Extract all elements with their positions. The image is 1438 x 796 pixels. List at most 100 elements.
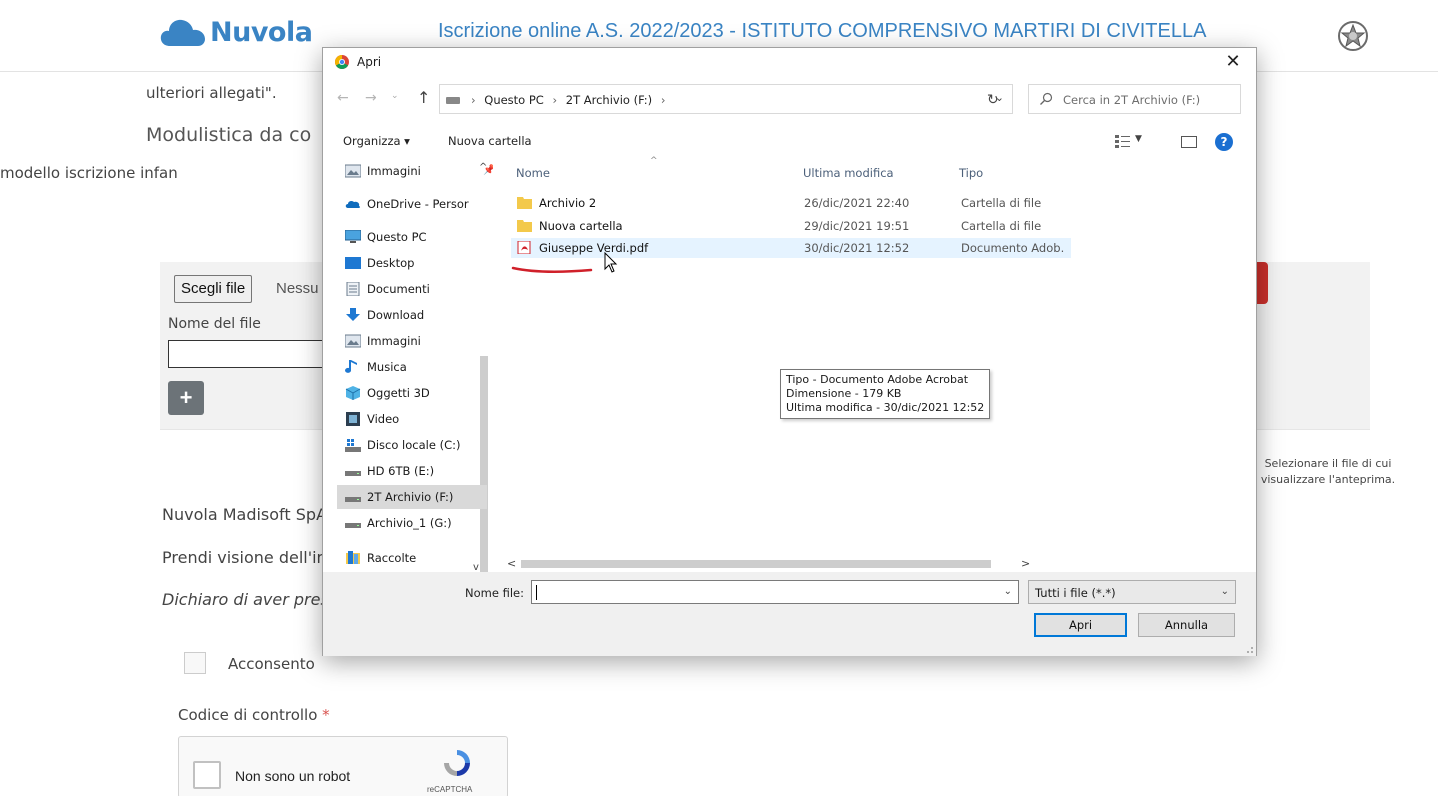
tooltip-type: Tipo - Documento Adobe Acrobat [786,373,969,386]
nav-item-download[interactable]: Download [345,303,490,327]
music-icon [345,360,357,373]
file-list: ^ Nome Ultima modifica Tipo Archivio 2 2… [493,156,1395,572]
file-row-nuova-cartella[interactable]: Nuova cartella 29/dic/2021 19:51 Cartell… [511,216,1071,236]
help-icon[interactable]: ? [1215,133,1233,151]
view-options-icon[interactable] [1115,134,1131,148]
modello-link[interactable]: modello iscrizione infan [0,164,178,182]
dialog-footer: Nome file: ⌄ Tutti i file (*.*) ⌄ Apri A… [323,572,1256,656]
file-modified: 30/dic/2021 12:52 [804,241,910,255]
nav-item-label: Disco locale (C:) [367,438,461,452]
add-attachment-button[interactable]: + [168,381,204,415]
back-arrow-icon[interactable]: ← [337,90,349,106]
documents-icon [346,282,360,296]
nav-item-raccolte[interactable]: Raccolte [345,546,490,570]
file-name-input[interactable] [168,340,328,368]
horizontal-scrollbar[interactable]: < > [493,556,1043,572]
file-type-filter[interactable]: Tutti i file (*.*) ⌄ [1028,580,1236,604]
nav-item-label: Oggetti 3D [367,386,430,400]
nav-item-label: Desktop [367,256,415,270]
captcha-label-text: Codice di controllo [178,706,318,724]
file-name: Giuseppe Verdi.pdf [539,241,649,255]
column-modified[interactable]: Ultima modifica [803,166,894,180]
breadcrumb-separator: › [471,93,476,107]
nav-item-questo-pc[interactable]: Questo PC [345,225,490,249]
pin-icon: 📌 [483,165,493,176]
folder-icon [517,197,532,209]
address-bar[interactable]: › Questo PC › 2T Archivio (F:) › ⌄ [439,84,1013,114]
text-caret [536,585,537,600]
dialog-titlebar[interactable]: Apri ✕ [323,48,1256,76]
drive-icon [345,471,361,476]
refresh-icon[interactable]: ↻ [987,92,999,108]
nav-item-desktop[interactable]: Desktop [345,251,490,275]
view-dropdown-icon[interactable]: ▼ [1135,134,1142,144]
file-name-label: Nome file: [465,586,524,600]
nav-item-disco-locale[interactable]: Disco locale (C:) [345,433,490,457]
folder-icon [517,220,532,232]
recaptcha-checkbox[interactable] [193,761,221,789]
desktop-icon [345,257,361,269]
breadcrumb: › Questo PC › 2T Archivio (F:) › [466,93,670,107]
nav-item-archivio-1[interactable]: Archivio_1 (G:) [345,511,490,535]
drive-icon [345,497,361,502]
close-icon[interactable]: ✕ [1220,51,1246,72]
nav-item-label: 2T Archivio (F:) [367,490,454,504]
nav-item-oggetti-3d[interactable]: Oggetti 3D [345,381,490,405]
nav-item-onedrive[interactable]: OneDrive - Persor [345,192,490,216]
no-file-text: Nessu [276,280,319,297]
logo-text: Nuvola [210,16,313,48]
preview-pane-icon[interactable] [1181,136,1197,148]
file-name-field[interactable]: ⌄ [531,580,1019,604]
breadcrumb-questo-pc[interactable]: Questo PC [484,93,544,107]
nav-item-2t-archivio[interactable]: 2T Archivio (F:) [337,485,487,509]
new-folder-button[interactable]: Nuova cartella [448,134,532,148]
scroll-down-icon[interactable]: v [473,562,479,572]
search-input[interactable]: Cerca in 2T Archivio (F:) [1028,84,1241,114]
video-icon [346,412,360,426]
scrollbar-thumb[interactable] [521,560,991,568]
breadcrumb-separator: › [660,93,666,107]
file-row-archivio-2[interactable]: Archivio 2 26/dic/2021 22:40 Cartella di… [511,193,1071,213]
open-button[interactable]: Apri [1034,613,1127,637]
file-type: Documento Adob. [961,241,1065,255]
nav-item-video[interactable]: Video [345,407,490,431]
consent-checkbox[interactable] [184,652,206,674]
file-row-giuseppe-verdi[interactable]: Giuseppe Verdi.pdf 30/dic/2021 12:52 Doc… [511,238,1071,258]
cancel-button[interactable]: Annulla [1138,613,1235,637]
nav-item-immagini[interactable]: Immagini [345,329,490,353]
chevron-down-icon: ⌄ [1220,586,1229,597]
file-type-filter-value: Tutti i file (*.*) [1035,586,1116,600]
pictures-icon [345,164,361,178]
column-type[interactable]: Tipo [959,166,983,180]
nav-item-musica[interactable]: Musica [345,355,490,379]
nuvola-logo[interactable]: Nuvola [160,16,313,48]
nav-item-label: Download [367,308,425,322]
forward-arrow-icon[interactable]: → [365,90,377,106]
page-title: Iscrizione online A.S. 2022/2023 - ISTIT… [438,20,1207,42]
nav-item-documenti[interactable]: Documenti [345,277,490,301]
file-name-label: Nome del file [168,316,261,332]
up-arrow-icon[interactable]: ↑ [417,88,430,107]
red-annotation-underline [511,266,593,273]
resize-grip-icon[interactable] [1244,644,1254,654]
nav-item-label: Documenti [367,282,430,296]
scroll-right-icon[interactable]: > [1021,557,1030,570]
organize-menu[interactable]: Organizza ▾ [343,134,410,148]
privacy-text: Prendi visione dell'in [162,548,327,567]
choose-file-button[interactable]: Scegli file [174,275,253,303]
recaptcha-widget: Non sono un robot reCAPTCHA [178,736,508,796]
recent-locations-icon[interactable]: ⌄ [391,91,399,101]
chevron-down-icon[interactable]: ⌄ [1004,586,1012,597]
nav-item-hd-6tb[interactable]: HD 6TB (E:) [345,459,490,483]
scroll-left-icon[interactable]: < [507,557,516,570]
pdf-icon [517,241,531,254]
file-name: Nuova cartella [539,219,623,233]
breadcrumb-2t-archivio[interactable]: 2T Archivio (F:) [566,93,652,107]
column-name[interactable]: Nome [516,166,550,180]
consent-label: Acconsento [228,655,315,673]
file-modified: 29/dic/2021 19:51 [804,219,910,233]
nav-item-immagini-quick[interactable]: Immagini 📌 [345,159,493,183]
drive-icon [446,97,460,104]
mouse-cursor-icon [604,252,618,273]
navigation-pane: ^ Immagini 📌 OneDrive - Persor Questo PC… [323,156,493,572]
